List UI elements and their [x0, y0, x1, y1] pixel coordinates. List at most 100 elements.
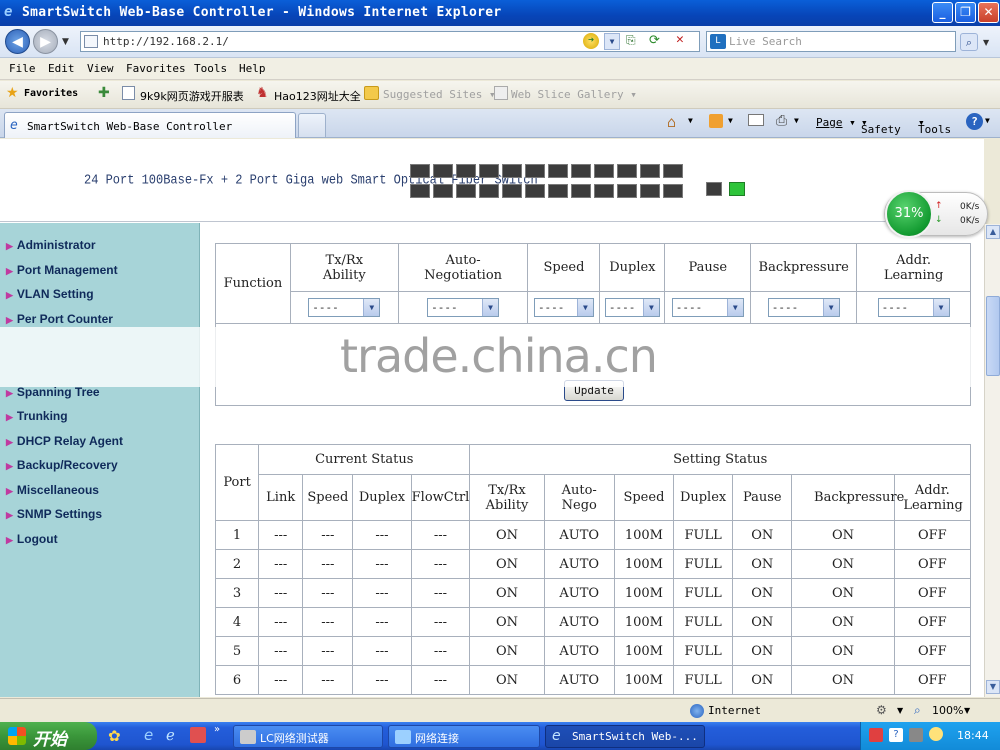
fav-link-9k9k[interactable]: 9k9k网页游戏开服表 [140, 88, 244, 104]
menu-edit[interactable]: Edit [48, 62, 75, 75]
menu-help[interactable]: Help [239, 62, 266, 75]
help-dropdown-icon[interactable]: ▼ [985, 116, 990, 125]
menu-view[interactable]: View [87, 62, 114, 75]
new-tab-button[interactable] [298, 113, 326, 137]
sidebar-item-logout[interactable]: ▶ Logout [6, 532, 58, 546]
settings-table: Function Tx/Rx Ability Auto-Negotiation … [215, 243, 971, 324]
taskbar-button-network[interactable]: 网络连接 [388, 725, 540, 748]
txrx-select[interactable]: ---- ▼ [308, 298, 381, 317]
address-url: http://192.168.2.1/ [103, 35, 229, 48]
quicklaunch-app-icon[interactable]: ✿ [108, 727, 121, 745]
scroll-up-icon[interactable]: ▲ [986, 225, 1000, 239]
help-tray-icon[interactable]: ? [889, 728, 903, 742]
page-menu[interactable]: Page ▾ [816, 116, 856, 129]
sidebar-item-per-port-counter[interactable]: ▶ Per Port Counter [6, 312, 113, 326]
taskbar-button-lc-tester[interactable]: LC网络测试器 [233, 725, 383, 748]
quicklaunch-ie-icon[interactable]: e [144, 726, 153, 744]
sidebar-item-dhcp-relay-agent[interactable]: ▶ DHCP Relay Agent [6, 434, 123, 448]
safety-menu[interactable]: Safety ▾ [861, 116, 901, 136]
close-button[interactable]: ✕ [978, 2, 999, 23]
window-titlebar: e SmartSwitch Web-Base Controller - Wind… [0, 0, 1000, 26]
sidebar-item-administrator[interactable]: ▶ Administrator [6, 238, 96, 252]
minimize-button[interactable]: _ [932, 2, 953, 23]
quicklaunch-ie2-icon[interactable]: ℯ [166, 726, 175, 744]
stop-icon[interactable]: ✕ [676, 32, 684, 47]
current-header-cell: Speed [302, 474, 354, 521]
protected-mode-dropdown-icon[interactable]: ▼ [897, 706, 903, 715]
forward-button[interactable]: ▶ [33, 29, 58, 54]
menu-favorites[interactable]: Favorites [126, 62, 186, 75]
start-button[interactable]: 开始 [0, 722, 97, 750]
status-cell: 100M [613, 520, 675, 550]
menu-tools[interactable]: Tools [194, 62, 227, 75]
pause-select[interactable]: ---- ▼ [671, 298, 744, 317]
zoom-level[interactable]: 100% [932, 704, 963, 717]
favorites-button[interactable]: Favorites [24, 88, 78, 99]
taskbar-button-smartswitch[interactable]: e SmartSwitch Web-... [545, 725, 705, 748]
favorites-bar: ★ Favorites ✚ 9k9k网页游戏开服表 ♞ Hao123网址大全 S… [0, 81, 1000, 109]
status-cell: AUTO [543, 665, 615, 695]
history-dropdown-icon[interactable]: ▼ [62, 37, 69, 47]
fav-link-suggested[interactable]: Suggested Sites ▾ [383, 88, 496, 101]
vertical-scrollbar[interactable]: ▲ ▼ [984, 224, 1000, 697]
network-icon [395, 730, 411, 744]
tray-app-icon[interactable] [869, 728, 883, 742]
status-cell: --- [258, 578, 304, 608]
help-icon[interactable]: ? [966, 113, 983, 130]
tray-shield-icon[interactable] [909, 728, 923, 742]
search-options-icon[interactable]: ▼ [983, 38, 989, 47]
mail-icon[interactable] [748, 114, 764, 126]
zoom-dropdown-icon[interactable]: ▼ [964, 706, 970, 715]
search-go-icon[interactable]: ⌕ [960, 33, 978, 51]
sidebar-item-backup-recovery[interactable]: ▶ Backup/Recovery [6, 458, 118, 472]
speed-select[interactable]: ---- ▼ [533, 298, 594, 317]
protected-mode-icon[interactable]: ⚙ [876, 703, 887, 717]
home-dropdown-icon[interactable]: ▼ [688, 116, 693, 125]
add-favorite-icon[interactable]: ✚ [98, 85, 110, 101]
scroll-down-icon[interactable]: ▼ [986, 680, 1000, 694]
search-input[interactable]: L Live Search [706, 31, 956, 52]
maximize-button[interactable]: ❐ [955, 2, 976, 23]
home-icon[interactable]: ⌂ [667, 113, 676, 131]
sidebar-item-snmp-settings[interactable]: ▶ SNMP Settings [6, 507, 102, 521]
sidebar-item-vlan-setting[interactable]: ▶ VLAN Setting [6, 287, 94, 301]
sidebar-item-miscellaneous[interactable]: ▶ Miscellaneous [6, 483, 99, 497]
address-dropdown-icon[interactable]: ▼ [604, 33, 620, 50]
refresh-icon[interactable]: ⟳ [649, 33, 660, 48]
fav-link-webslice[interactable]: Web Slice Gallery ▾ [511, 88, 637, 101]
tools-menu[interactable]: Tools ▾ [918, 116, 951, 136]
quicklaunch-tool-icon[interactable] [190, 727, 206, 743]
ie-icon: e [4, 4, 13, 20]
print-dropdown-icon[interactable]: ▼ [794, 116, 799, 125]
address-field[interactable]: http://192.168.2.1/ ➜ ▼ ⎘ ⟳ ✕ [80, 31, 700, 52]
status-cell: --- [410, 636, 471, 666]
sidebar-item-port-management[interactable]: ▶ Port Management [6, 263, 118, 277]
autoneg-select[interactable]: ---- ▼ [427, 298, 500, 317]
tab-smartswitch[interactable]: e SmartSwitch Web-Base Controller [4, 112, 296, 138]
port-led [594, 184, 614, 198]
scroll-thumb[interactable] [986, 296, 1000, 376]
feeds-dropdown-icon[interactable]: ▼ [728, 116, 733, 125]
search-placeholder: Live Search [729, 35, 802, 48]
backpressure-select[interactable]: ---- ▼ [767, 298, 840, 317]
compatibility-icon[interactable]: ➜ [583, 33, 599, 49]
menu-file[interactable]: File [9, 62, 36, 75]
feeds-icon[interactable] [709, 114, 723, 128]
fav-link-hao123[interactable]: Hao123网址大全 [274, 88, 361, 104]
addr-learning-select[interactable]: ---- ▼ [877, 298, 950, 317]
back-button[interactable]: ◀ [5, 29, 30, 54]
port-led [479, 184, 499, 198]
tab-bar: e SmartSwitch Web-Base Controller ⌂ ▼ ▼ … [0, 109, 1000, 138]
status-cell: --- [302, 607, 354, 637]
port-led [433, 184, 453, 198]
upload-rate: 0K/s [960, 202, 980, 212]
tray-volume-icon[interactable] [929, 727, 943, 741]
network-meter[interactable]: 31% ↑ 0K/s ↓ 0K/s [884, 190, 988, 238]
rss-feed-icon[interactable]: ⎘ [626, 33, 636, 48]
chevron-down-icon: ▼ [576, 299, 593, 316]
print-icon[interactable]: ⎙ [776, 113, 787, 129]
sidebar-item-trunking[interactable]: ▶ Trunking [6, 409, 68, 423]
sidebar-item-spanning-tree[interactable]: ▶ Spanning Tree [6, 385, 100, 399]
duplex-select[interactable]: ---- ▼ [604, 298, 660, 317]
quicklaunch-more-icon[interactable]: » [214, 724, 220, 735]
